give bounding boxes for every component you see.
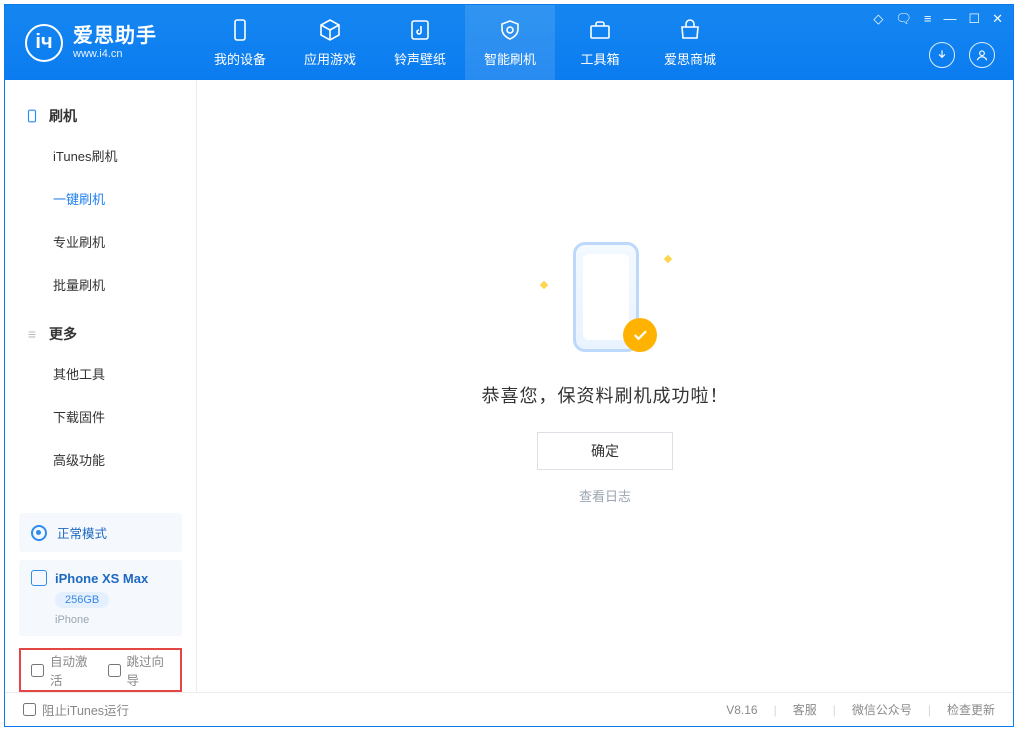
cube-icon bbox=[316, 17, 344, 43]
music-note-icon bbox=[406, 17, 434, 43]
sparkle-icon bbox=[540, 280, 548, 288]
shop-icon bbox=[676, 17, 704, 43]
checkbox-skip-guide[interactable]: 跳过向导 bbox=[108, 651, 171, 689]
mode-card[interactable]: 正常模式 bbox=[19, 513, 182, 552]
sidebar-item-download-firmware[interactable]: 下载固件 bbox=[5, 395, 196, 438]
device-subtype: iPhone bbox=[55, 614, 170, 626]
menu-icon[interactable]: ≡ bbox=[924, 11, 932, 27]
mode-icon bbox=[31, 525, 47, 541]
tab-store[interactable]: 爱思商城 bbox=[645, 5, 735, 80]
body: 刷机 iTunes刷机 一键刷机 专业刷机 批量刷机 ≡ 更多 其他工具 下载固… bbox=[5, 80, 1013, 692]
tab-toolbox[interactable]: 工具箱 bbox=[555, 5, 645, 80]
skin-icon[interactable]: ◇ bbox=[873, 11, 883, 27]
close-button[interactable]: ✕ bbox=[992, 11, 1003, 27]
sidebar-item-batch-flash[interactable]: 批量刷机 bbox=[5, 263, 196, 306]
phone-icon bbox=[25, 109, 39, 123]
sidebar-item-other-tools[interactable]: 其他工具 bbox=[5, 352, 196, 395]
app-name: 爱思助手 bbox=[73, 25, 157, 48]
device-icon bbox=[226, 17, 254, 43]
tab-apps-games[interactable]: 应用游戏 bbox=[285, 5, 375, 80]
success-illustration bbox=[535, 238, 675, 358]
logo-mark-icon: iч bbox=[25, 24, 63, 62]
sidebar-item-pro-flash[interactable]: 专业刷机 bbox=[5, 220, 196, 263]
user-icon[interactable] bbox=[969, 42, 995, 68]
check-badge-icon bbox=[623, 318, 657, 352]
app-logo: iч 爱思助手 www.i4.cn bbox=[5, 5, 195, 80]
device-card[interactable]: iPhone XS Max 256GB iPhone bbox=[19, 560, 182, 636]
device-name: iPhone XS Max bbox=[55, 571, 148, 586]
app-url: www.i4.cn bbox=[73, 48, 157, 61]
minimize-button[interactable]: — bbox=[943, 11, 956, 27]
window-controls: ◇ 🗨 ≡ — ☐ ✕ bbox=[873, 11, 1003, 27]
link-wechat[interactable]: 微信公众号 bbox=[852, 701, 912, 718]
sidebar-group-more: ≡ 更多 其他工具 下载固件 高级功能 bbox=[5, 316, 196, 491]
mode-label: 正常模式 bbox=[57, 523, 107, 542]
maximize-button[interactable]: ☐ bbox=[968, 11, 980, 27]
tab-ringtones-wallpapers[interactable]: 铃声壁纸 bbox=[375, 5, 465, 80]
app-window: iч 爱思助手 www.i4.cn 我的设备 应用游戏 铃声壁纸 智能刷机 bbox=[4, 4, 1014, 727]
device-phone-icon bbox=[31, 570, 47, 586]
device-capacity: 256GB bbox=[55, 592, 109, 608]
tab-my-device[interactable]: 我的设备 bbox=[195, 5, 285, 80]
tab-smart-flash[interactable]: 智能刷机 bbox=[465, 5, 555, 80]
title-bar: iч 爱思助手 www.i4.cn 我的设备 应用游戏 铃声壁纸 智能刷机 bbox=[5, 5, 1013, 80]
sidebar-group-flash: 刷机 iTunes刷机 一键刷机 专业刷机 批量刷机 bbox=[5, 98, 196, 316]
ok-button[interactable]: 确定 bbox=[537, 432, 673, 470]
checkbox-auto-activate[interactable]: 自动激活 bbox=[31, 651, 94, 689]
highlighted-options: 自动激活 跳过向导 bbox=[19, 648, 182, 692]
sidebar: 刷机 iTunes刷机 一键刷机 专业刷机 批量刷机 ≡ 更多 其他工具 下载固… bbox=[5, 80, 197, 692]
link-check-update[interactable]: 检查更新 bbox=[947, 701, 995, 718]
success-message: 恭喜您，保资料刷机成功啦！ bbox=[482, 382, 729, 408]
version-label: V8.16 bbox=[726, 703, 757, 717]
sidebar-header-more: ≡ 更多 bbox=[5, 316, 196, 352]
view-log-link[interactable]: 查看日志 bbox=[579, 486, 631, 505]
toolbox-icon bbox=[586, 17, 614, 43]
sidebar-item-itunes-flash[interactable]: iTunes刷机 bbox=[5, 134, 196, 177]
sidebar-item-advanced[interactable]: 高级功能 bbox=[5, 438, 196, 481]
status-bar: 阻止iTunes运行 V8.16 | 客服 | 微信公众号 | 检查更新 bbox=[5, 692, 1013, 726]
checkbox-block-itunes[interactable]: 阻止iTunes运行 bbox=[23, 700, 129, 719]
list-icon: ≡ bbox=[25, 327, 39, 341]
download-icon[interactable] bbox=[929, 42, 955, 68]
sidebar-header-flash: 刷机 bbox=[5, 98, 196, 134]
titlebar-actions bbox=[929, 42, 995, 68]
sidebar-item-oneclick-flash[interactable]: 一键刷机 bbox=[5, 177, 196, 220]
link-support[interactable]: 客服 bbox=[793, 701, 817, 718]
main-content: 恭喜您，保资料刷机成功啦！ 确定 查看日志 bbox=[197, 80, 1013, 692]
refresh-shield-icon bbox=[496, 17, 524, 43]
sparkle-icon bbox=[664, 254, 672, 262]
feedback-icon[interactable]: 🗨 bbox=[895, 11, 912, 27]
